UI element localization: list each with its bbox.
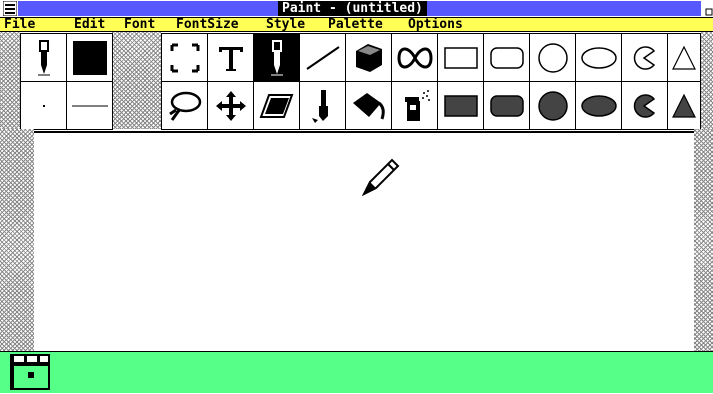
- floppy-icon: [10, 354, 50, 390]
- filled-rounded-rectangle-tool[interactable]: [483, 81, 530, 130]
- spray-can-icon: [404, 89, 430, 121]
- cube-icon: [355, 43, 382, 72]
- palette-bar[interactable]: [0, 351, 713, 393]
- filled-rectangle-tool[interactable]: [437, 81, 484, 130]
- filled-rectangle-icon: [443, 94, 478, 117]
- line-width-icon: [71, 105, 108, 106]
- title-bar: Paint - (untitled): [0, 0, 713, 17]
- paint-bucket-icon: [352, 92, 385, 119]
- filled-pie-icon: [633, 93, 655, 118]
- line-icon: [305, 45, 340, 70]
- current-color-indicator[interactable]: [10, 354, 50, 390]
- triangle-icon: [672, 45, 696, 70]
- paint-brush-icon: [311, 89, 328, 123]
- toolbox-pattern-right: [700, 32, 713, 129]
- menu-palette[interactable]: Palette: [328, 18, 383, 32]
- system-menu-icon[interactable]: [3, 1, 17, 16]
- filled-triangle-tool[interactable]: [667, 81, 701, 130]
- filled-ellipse-tool[interactable]: [575, 81, 622, 130]
- triangle-tool[interactable]: [667, 33, 701, 82]
- lasso-icon: [168, 91, 201, 121]
- circle-tool[interactable]: [529, 33, 576, 82]
- text-icon: [218, 46, 243, 71]
- window-title: Paint - (untitled): [278, 1, 427, 16]
- paint-bucket-tool[interactable]: [345, 81, 392, 130]
- filled-rounded-rectangle-icon: [489, 94, 524, 117]
- dot-width-tool[interactable]: [20, 81, 67, 130]
- menu-edit[interactable]: Edit: [74, 18, 105, 32]
- line-tool[interactable]: [299, 33, 346, 82]
- menu-options[interactable]: Options: [408, 18, 463, 32]
- toolbox-pattern-middle: [112, 32, 161, 129]
- rounded-rectangle-icon: [489, 46, 524, 69]
- pencil-tool[interactable]: [20, 33, 67, 82]
- menu-font[interactable]: Font: [124, 18, 155, 32]
- circle-icon: [537, 42, 568, 73]
- menu-fontsize[interactable]: FontSize: [176, 18, 239, 32]
- filled-pie-tool[interactable]: [621, 81, 668, 130]
- pie-icon: [633, 45, 655, 70]
- filled-circle-icon: [537, 90, 568, 121]
- ellipse-icon: [580, 46, 617, 69]
- lasso-tool[interactable]: [161, 81, 208, 130]
- text-tool[interactable]: [207, 33, 254, 82]
- toolbox-pattern-left: [0, 32, 20, 129]
- maximize-icon[interactable]: [701, 1, 713, 16]
- paint-brush-tool[interactable]: [299, 81, 346, 130]
- dot-icon: [42, 104, 45, 107]
- selection-rectangle-icon: [170, 43, 199, 72]
- pencil-cursor-icon: [361, 156, 402, 200]
- menu-style[interactable]: Style: [266, 18, 305, 32]
- brush-tool[interactable]: [253, 33, 300, 82]
- curve-tool[interactable]: [391, 33, 438, 82]
- move-arrows-icon: [215, 90, 246, 121]
- filled-square-icon: [72, 40, 107, 75]
- pie-tool[interactable]: [621, 33, 668, 82]
- filled-circle-tool[interactable]: [529, 81, 576, 130]
- 3d-cube-tool[interactable]: [345, 33, 392, 82]
- canvas-border-left: [0, 129, 34, 351]
- curve-icon: [396, 47, 433, 68]
- fill-color-swatch[interactable]: [66, 33, 113, 82]
- eraser-tool[interactable]: [253, 81, 300, 130]
- rectangle-tool[interactable]: [437, 33, 484, 82]
- brush-icon: [270, 39, 283, 75]
- move-tool[interactable]: [207, 81, 254, 130]
- ellipse-tool[interactable]: [575, 33, 622, 82]
- filled-triangle-icon: [672, 93, 696, 118]
- menu-bar: File Edit Font FontSize Style Palette Op…: [0, 17, 713, 32]
- rectangle-icon: [443, 46, 478, 69]
- filled-ellipse-icon: [580, 94, 617, 117]
- canvas-border-right: [694, 129, 713, 351]
- spray-can-tool[interactable]: [391, 81, 438, 130]
- rounded-rectangle-tool[interactable]: [483, 33, 530, 82]
- menu-file[interactable]: File: [4, 18, 35, 32]
- eraser-icon: [259, 93, 293, 118]
- line-width-tool[interactable]: [66, 81, 113, 130]
- pencil-icon: [37, 39, 50, 75]
- selection-rectangle-tool[interactable]: [161, 33, 208, 82]
